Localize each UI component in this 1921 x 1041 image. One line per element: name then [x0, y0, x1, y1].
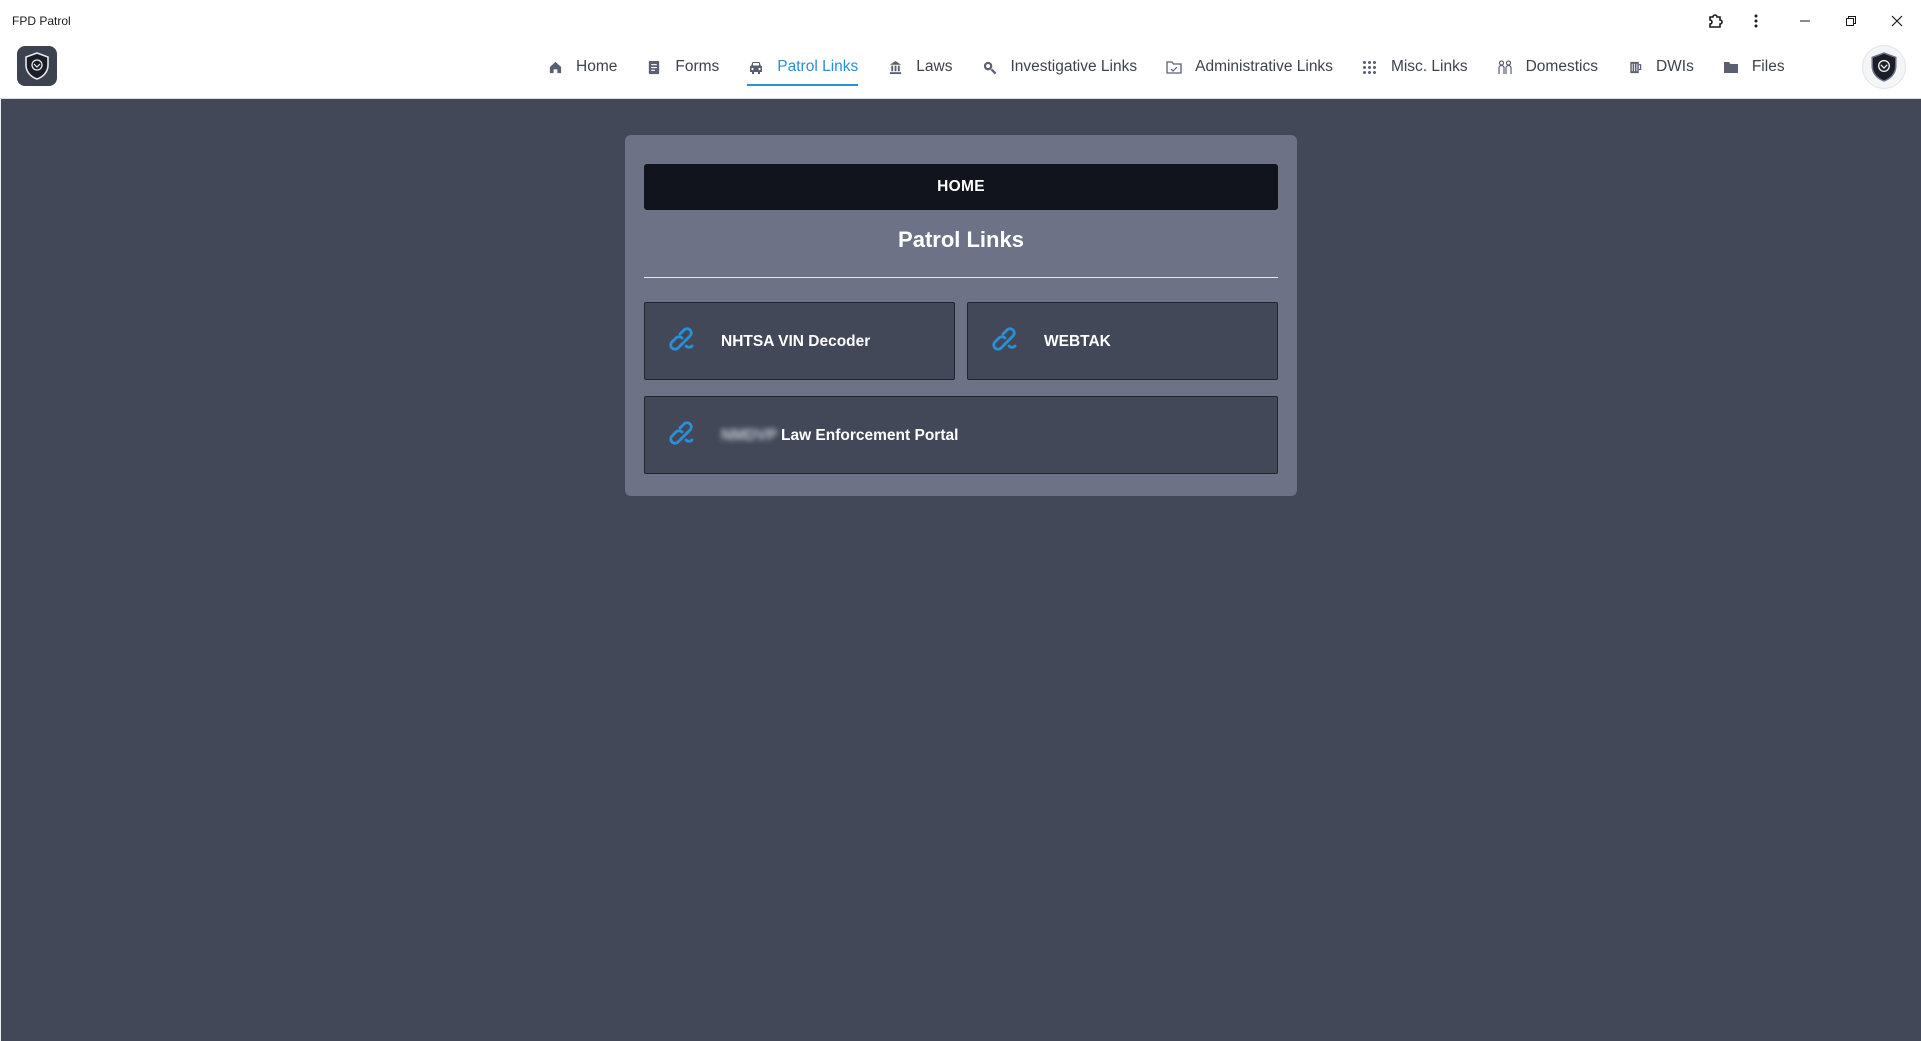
nav-item-home[interactable]: Home — [546, 47, 617, 87]
nav-item-investigative-links[interactable]: Investigative Links — [980, 47, 1137, 87]
folder-icon — [1722, 58, 1740, 76]
more-options-icon[interactable] — [1745, 10, 1767, 32]
magnifier-icon — [980, 58, 998, 76]
link-icon — [669, 421, 699, 451]
top-navigation: Home Forms Patrol Links Laws Investigati… — [0, 42, 1921, 99]
minimize-icon[interactable] — [1794, 10, 1816, 32]
nav-item-patrol-links[interactable]: Patrol Links — [747, 47, 858, 87]
nav-item-misc-links[interactable]: Misc. Links — [1361, 47, 1468, 87]
link-icon — [992, 327, 1022, 357]
nav-item-label: Misc. Links — [1390, 58, 1468, 75]
folder-open-icon — [1165, 58, 1183, 76]
nav-item-label: Domestics — [1525, 58, 1598, 75]
people-icon — [1496, 58, 1514, 76]
restore-icon[interactable] — [1840, 10, 1862, 32]
nav-item-domestics[interactable]: Domestics — [1496, 47, 1598, 87]
nav-item-label: Laws — [916, 58, 953, 75]
nav-item-dwis[interactable]: DWIs — [1626, 47, 1694, 87]
cup-icon — [1626, 58, 1644, 76]
extensions-icon[interactable] — [1704, 10, 1726, 32]
car-icon — [747, 58, 765, 76]
link-label: NHTSA VIN Decoder — [721, 333, 871, 350]
redacted-text: NMDVP — [721, 427, 777, 444]
title-divider — [644, 277, 1278, 278]
profile-badge-avatar[interactable] — [1862, 45, 1906, 89]
title-bar: FPD Patrol — [0, 0, 1921, 42]
nav-item-administrative-links[interactable]: Administrative Links — [1165, 47, 1333, 87]
link-label: NMDVP Law Enforcement Portal — [721, 397, 958, 475]
close-icon[interactable] — [1886, 10, 1908, 32]
nav-menu: Home Forms Patrol Links Laws Investigati… — [546, 42, 1813, 92]
app-title: FPD Patrol — [12, 14, 71, 28]
link-label-text: Law Enforcement Portal — [780, 427, 959, 444]
nav-item-forms[interactable]: Forms — [645, 47, 719, 87]
nav-item-label: Administrative Links — [1195, 58, 1333, 75]
document-icon — [645, 58, 663, 76]
nav-item-files[interactable]: Files — [1722, 47, 1785, 87]
courthouse-icon — [886, 58, 904, 76]
window-edge — [0, 99, 1, 1041]
nav-item-label: Patrol Links — [777, 58, 859, 75]
page-title: Patrol Links — [898, 227, 1024, 252]
badge-logo[interactable] — [17, 46, 57, 86]
nav-item-label: Forms — [675, 58, 720, 75]
grid-icon — [1361, 58, 1379, 76]
link-card-webtak[interactable]: WEBTAK — [967, 302, 1278, 380]
home-button[interactable]: HOME — [644, 164, 1278, 210]
link-label: WEBTAK — [1044, 333, 1111, 350]
nav-item-laws[interactable]: Laws — [886, 47, 952, 87]
home-icon — [546, 58, 564, 76]
nav-item-label: DWIs — [1655, 58, 1694, 75]
link-card-nhtsa-vin-decoder[interactable]: NHTSA VIN Decoder — [644, 302, 955, 380]
nav-item-label: Files — [1751, 58, 1785, 75]
link-card-law-enforcement-portal[interactable]: NMDVP Law Enforcement Portal — [644, 396, 1278, 474]
patrol-links-panel: HOME Patrol Links NHTSA VIN Decoder WEBT… — [625, 135, 1297, 496]
nav-item-label: Investigative Links — [1010, 58, 1138, 75]
link-icon — [669, 327, 699, 357]
nav-item-label: Home — [576, 58, 618, 75]
